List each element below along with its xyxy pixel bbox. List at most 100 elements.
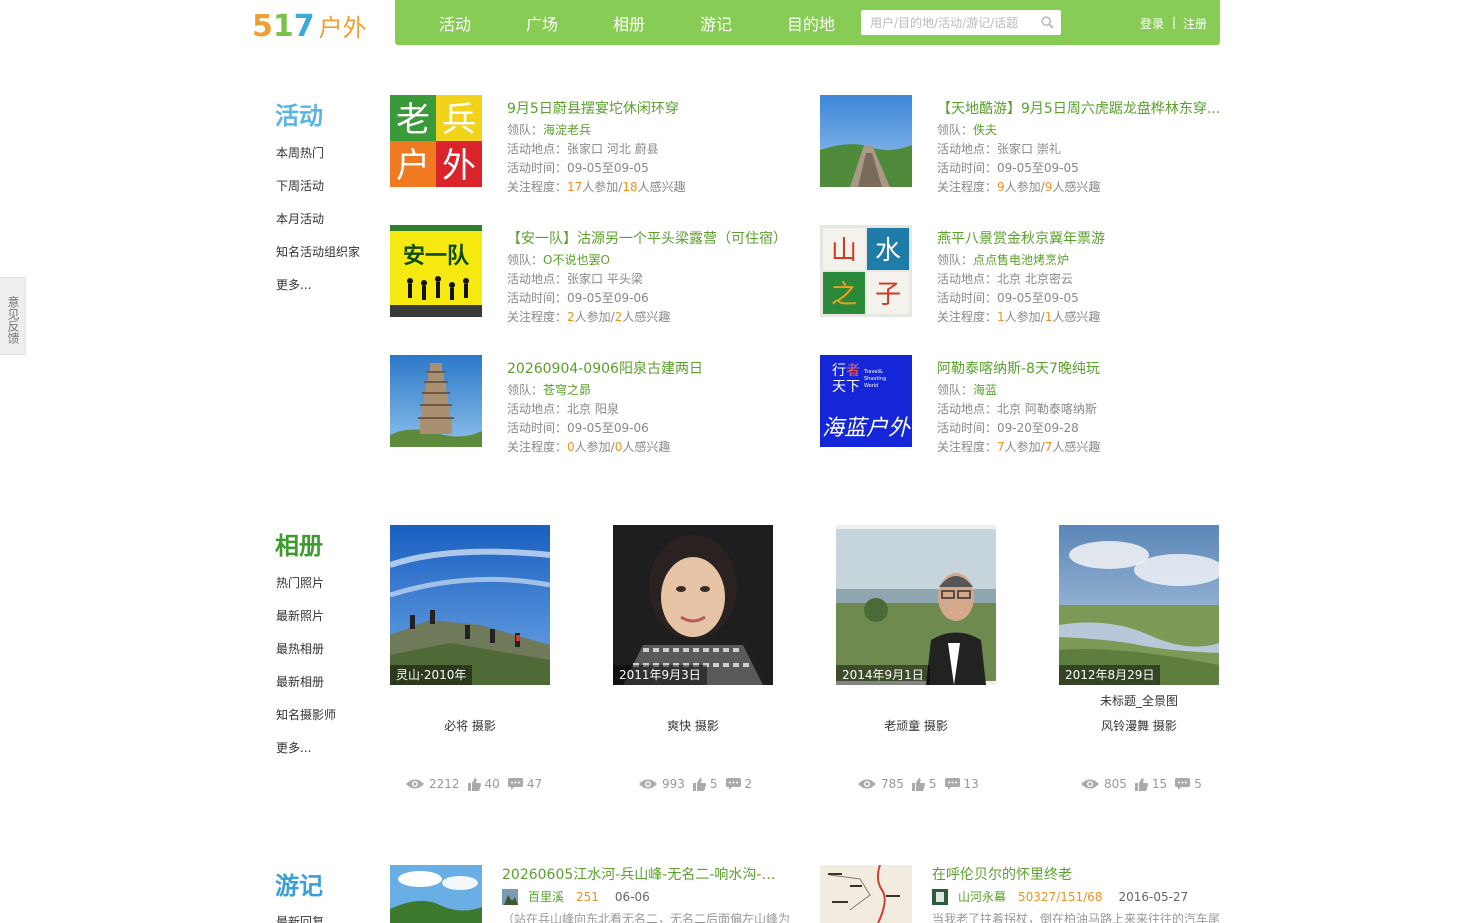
leader-link[interactable]: 点点售电池烤烹炉 xyxy=(973,253,1069,267)
thumbs-up-icon[interactable] xyxy=(911,777,925,791)
eye-icon xyxy=(1081,779,1099,789)
comment-count: 5 xyxy=(1194,777,1202,791)
activity-image-xingzhetianxia[interactable]: 行 者 天下 Travel& Shooting World 海蓝户外 xyxy=(820,355,912,447)
photo-date: 2012年8月29日 xyxy=(1059,665,1161,685)
leader-link[interactable]: 海淀老兵 xyxy=(543,123,591,137)
album-link-new-photos[interactable]: 最新照片 xyxy=(276,607,324,624)
travel-note-title[interactable]: 在呼伦贝尔的怀里终老 xyxy=(932,864,1217,884)
feedback-tab[interactable]: 意见反馈 xyxy=(0,277,26,355)
activity-image-laobing[interactable]: 老 兵 户 外 xyxy=(390,95,482,187)
travel-note-image-map[interactable] xyxy=(820,865,912,923)
travel-notes-link-latest-reply[interactable]: 最新回复 xyxy=(276,913,324,923)
album-link-more[interactable]: 更多... xyxy=(276,739,311,756)
activity-title[interactable]: 【安一队】沽源另一个平头梁露营（可住宿） xyxy=(507,228,792,248)
comment-icon[interactable] xyxy=(1175,778,1191,790)
activity-image-shanshui[interactable]: 山 水 之 子 xyxy=(820,225,912,317)
album-link-photographers[interactable]: 知名摄影师 xyxy=(276,706,336,723)
comment-icon[interactable] xyxy=(507,778,523,790)
comment-icon[interactable] xyxy=(725,778,741,790)
author-link[interactable]: 山河永幕 xyxy=(958,888,1006,905)
comment-count: 13 xyxy=(963,777,979,791)
activity-place: 活动地点：张家口 崇礼 xyxy=(937,142,1061,156)
album-link-hot-photos[interactable]: 热门照片 xyxy=(276,574,324,591)
activity-leader: 领队：海淀老兵 xyxy=(507,123,592,137)
activities-link-next-week[interactable]: 下周活动 xyxy=(276,177,324,194)
view-count: 993 xyxy=(662,777,685,791)
travel-note-title[interactable]: 20260605江水河-兵山峰-无名二-响水沟-马... xyxy=(502,864,787,884)
svg-text:安一队: 安一队 xyxy=(403,243,470,269)
svg-text:天下: 天下 xyxy=(832,379,860,395)
svg-text:老: 老 xyxy=(396,100,430,140)
photo-card-hikers[interactable]: 灵山·2010年 xyxy=(390,525,550,685)
nav-destinations[interactable]: 目的地 xyxy=(787,11,835,35)
author-link[interactable]: 百里溪 xyxy=(528,888,564,905)
leader-link[interactable]: 苍穹之昴 xyxy=(543,383,591,397)
activity-image-pagoda[interactable] xyxy=(390,355,482,447)
activity-title[interactable]: 燕平八景赏金秋京冀年票游 xyxy=(937,228,1222,248)
logo-digit-7: 7 xyxy=(293,9,315,44)
activity-attention: 关注程度：0人参加/0人感兴趣 xyxy=(507,440,671,454)
svg-text:兵: 兵 xyxy=(442,100,476,140)
album-link-hot-albums[interactable]: 最热相册 xyxy=(276,640,324,657)
login-link[interactable]: 登录 xyxy=(1140,15,1164,32)
activities-link-week-hot[interactable]: 本周热门 xyxy=(276,144,324,161)
activity-time: 活动时间：09-05至09-06 xyxy=(507,291,649,305)
activity-place: 活动地点：北京 阿勒泰喀纳斯 xyxy=(937,402,1097,416)
photo-card-river-panorama[interactable]: 2012年8月29日 xyxy=(1059,525,1219,685)
activities-link-more[interactable]: 更多... xyxy=(276,276,311,293)
activity-place: 活动地点：张家口 平头梁 xyxy=(507,272,643,286)
activity-time: 活动时间：09-05至09-05 xyxy=(937,291,1079,305)
user-avatar[interactable] xyxy=(502,888,518,905)
travel-notes-title: 游记 xyxy=(275,872,323,900)
svg-text:户: 户 xyxy=(396,146,430,186)
leader-link[interactable]: O不说也罢O xyxy=(543,253,610,267)
site-logo[interactable]: 517 户外 xyxy=(252,8,367,44)
photo-date: 2011年9月3日 xyxy=(613,665,707,685)
activity-title[interactable]: 9月5日蔚县摆宴坨休闲环穿 xyxy=(507,98,792,118)
album-link-new-albums[interactable]: 最新相册 xyxy=(276,673,324,690)
nav-travel-notes[interactable]: 游记 xyxy=(700,11,732,35)
view-count: 785 xyxy=(881,777,904,791)
activity-place: 活动地点：张家口 河北 蔚县 xyxy=(507,142,659,156)
photographer-link[interactable]: 必将 xyxy=(444,719,468,733)
activity-attention: 关注程度：17人参加/18人感兴趣 xyxy=(507,180,686,194)
search-box xyxy=(861,10,1061,35)
eye-icon xyxy=(406,779,424,789)
nav-square[interactable]: 广场 xyxy=(526,11,558,35)
activity-image-anyidui[interactable]: 安一队 xyxy=(390,225,482,317)
svg-text:之: 之 xyxy=(831,280,857,310)
comment-icon[interactable] xyxy=(944,778,960,790)
activities-link-this-month[interactable]: 本月活动 xyxy=(276,210,324,227)
thumbs-up-icon[interactable] xyxy=(1134,777,1148,791)
thumbs-up-icon[interactable] xyxy=(692,777,706,791)
photo-card-grassland[interactable]: 2014年9月1日 xyxy=(836,525,996,685)
activities-link-organizers[interactable]: 知名活动组织家 xyxy=(276,243,360,260)
leader-link[interactable]: 佚夫 xyxy=(973,123,997,137)
photo-card-portrait[interactable]: 2011年9月3日 xyxy=(613,525,773,685)
activity-title[interactable]: 【天地酷游】9月5日周六虎踞龙盘桦林东穿... xyxy=(937,98,1222,118)
note-counts: 50327/151/68 xyxy=(1018,889,1103,904)
activity-image-mountain-ridge[interactable] xyxy=(820,95,912,187)
nav-activities[interactable]: 活动 xyxy=(439,11,471,35)
main-nav: 活动 广场 相册 游记 目的地 登录 | 注册 xyxy=(395,0,1220,45)
photographer-link[interactable]: 爽快 xyxy=(667,719,691,733)
search-icon[interactable] xyxy=(1041,16,1054,29)
nav-album[interactable]: 相册 xyxy=(613,11,645,35)
photographer-link[interactable]: 风铃漫舞 xyxy=(1101,719,1149,733)
logo-digit-1: 1 xyxy=(272,9,294,44)
comment-count: 2 xyxy=(744,777,753,791)
photographer-link[interactable]: 老顽童 xyxy=(884,719,920,733)
activities-title: 活动 xyxy=(275,102,323,130)
travel-note-image-mountain[interactable] xyxy=(390,865,482,923)
view-count: 805 xyxy=(1104,777,1127,791)
register-link[interactable]: 注册 xyxy=(1183,15,1207,32)
activity-attention: 关注程度：1人参加/1人感兴趣 xyxy=(937,310,1101,324)
search-input[interactable] xyxy=(861,10,1036,35)
album-title: 相册 xyxy=(275,532,323,560)
activity-title[interactable]: 阿勒泰喀纳斯-8天7晚纯玩 xyxy=(937,358,1222,378)
photo-date: 灵山·2010年 xyxy=(390,665,473,685)
activity-title[interactable]: 20260904-0906阳泉古建两日 xyxy=(507,358,792,378)
user-avatar[interactable] xyxy=(932,888,948,905)
leader-link[interactable]: 海蓝 xyxy=(973,383,997,397)
thumbs-up-icon[interactable] xyxy=(467,777,481,791)
